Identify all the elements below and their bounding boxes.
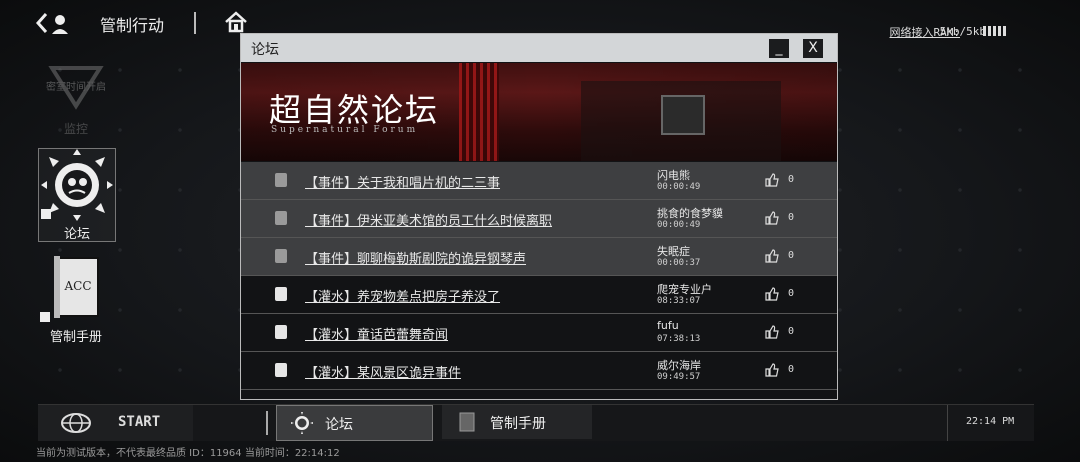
post-title[interactable]: 【事件】关于我和唱片机的二三事 — [305, 172, 500, 191]
post-title[interactable]: 【灌水】某风景区诡异事件 — [305, 362, 461, 381]
post-row[interactable]: 【灌水】养宠物差点把房子养没了 爬宠专业户 08:33:07 0 — [241, 276, 837, 314]
svg-text:ACC: ACC — [63, 279, 91, 293]
window-title: 论坛 — [251, 42, 279, 58]
post-time: 00:00:37 — [657, 258, 701, 268]
window-titlebar[interactable]: 论坛 _ X — [241, 34, 837, 62]
minimize-button[interactable]: _ — [769, 39, 789, 58]
post-author: fufu — [657, 319, 679, 332]
back-button[interactable] — [34, 10, 74, 36]
app-label: 管制手册 — [49, 330, 102, 345]
task-forum[interactable]: 论坛 — [276, 405, 433, 441]
forum-banner: 超自然论坛 Supernatural Forum — [241, 63, 837, 161]
post-icon — [275, 325, 287, 339]
post-likes: 0 — [788, 288, 795, 299]
divider — [194, 12, 196, 34]
post-icon — [275, 173, 287, 187]
thumbs-up-icon[interactable] — [765, 363, 779, 377]
home-button[interactable] — [224, 10, 248, 34]
post-row[interactable]: 【灌水】某风景区诡异事件 威尔海岸 09:49:57 0 — [241, 352, 837, 390]
manual-book-icon: ACC — [54, 256, 99, 318]
thumbs-up-icon[interactable] — [765, 211, 779, 225]
post-icon — [275, 249, 287, 263]
post-icon — [275, 363, 287, 377]
post-list: 【事件】关于我和唱片机的二三事 闪电熊 00:00:49 0 【事件】伊米亚美术… — [241, 162, 837, 390]
post-icon — [275, 287, 287, 301]
post-row[interactable]: 【灌水】童话芭蕾舞奇闻 fufu 07:38:13 0 — [241, 314, 837, 352]
post-time: 00:00:49 — [657, 182, 701, 192]
thumbs-up-icon[interactable] — [765, 249, 779, 263]
post-title[interactable]: 【灌水】童话芭蕾舞奇闻 — [305, 324, 448, 343]
desktop-app-manual[interactable]: ACC 管制手册 — [38, 256, 114, 346]
post-row[interactable]: 【事件】聊聊梅勒斯剧院的诡异钢琴声 失眠症 00:00:37 0 — [241, 238, 837, 276]
post-time: 00:00:49 — [657, 220, 701, 230]
task-manual[interactable]: 管制手册 — [442, 405, 592, 439]
app-label: 论坛 — [63, 227, 90, 242]
clock: 22:14 PM — [947, 405, 1034, 441]
post-likes: 0 — [788, 174, 795, 185]
shortcut-arrow-icon — [41, 209, 51, 219]
forum-app-icon — [291, 412, 313, 434]
post-likes: 0 — [788, 212, 795, 223]
post-time: 08:33:07 — [657, 296, 701, 306]
page-title: 管制行动 — [100, 16, 165, 35]
banner-curtain — [459, 63, 499, 161]
thumbs-up-icon[interactable] — [765, 287, 779, 301]
back-arrow-icon — [35, 13, 68, 34]
desktop-app-monitor[interactable]: 密室时间开启 监控 — [38, 60, 114, 140]
thumbs-up-icon[interactable] — [765, 325, 779, 339]
post-likes: 0 — [788, 250, 795, 261]
banner-box — [661, 95, 705, 135]
post-likes: 0 — [788, 326, 795, 337]
task-label: 管制手册 — [490, 416, 546, 432]
post-time: 07:38:13 — [657, 334, 701, 344]
thumbs-up-icon[interactable] — [765, 173, 779, 187]
banner-subtitle: Supernatural Forum — [271, 125, 419, 135]
globe-icon — [61, 413, 91, 433]
post-author: 闪电熊 — [657, 169, 690, 182]
app-label: 监控 — [63, 122, 88, 136]
post-author: 爬宠专业户 — [657, 283, 712, 296]
post-title[interactable]: 【灌水】养宠物差点把房子养没了 — [305, 286, 500, 305]
post-title[interactable]: 【事件】伊米亚美术馆的员工什么时候离职 — [305, 210, 552, 229]
desktop-app-forum[interactable]: 论坛 — [38, 148, 116, 242]
post-author: 威尔海岸 — [657, 359, 701, 372]
post-row[interactable]: 【事件】关于我和唱片机的二三事 闪电熊 00:00:49 0 — [241, 162, 837, 200]
post-title[interactable]: 【事件】聊聊梅勒斯剧院的诡异钢琴声 — [305, 248, 526, 267]
divider — [266, 411, 268, 435]
home-icon — [225, 11, 247, 33]
ram-value: 5kb/5kb — [939, 25, 986, 38]
post-icon — [275, 211, 287, 225]
manual-book-icon — [459, 412, 475, 432]
build-info: 当前为测试版本，不代表最终品质 ID：11964 当前时间：22:14:12 — [36, 448, 340, 459]
task-label: 论坛 — [325, 417, 353, 433]
close-button[interactable]: X — [803, 39, 823, 58]
start-label: START — [118, 414, 161, 430]
post-author: 挑食的食梦貘 — [657, 207, 723, 220]
taskbar: START 论坛 管制手册 22:14 PM — [38, 404, 1034, 441]
clock-time: 22:14 PM — [966, 416, 1015, 427]
post-likes: 0 — [788, 364, 795, 375]
shortcut-arrow-icon — [40, 312, 50, 322]
start-button[interactable]: START — [38, 405, 193, 441]
signal-bars-icon — [983, 26, 1006, 36]
post-row[interactable]: 【事件】伊米亚美术馆的员工什么时候离职 挑食的食梦貘 00:00:49 0 — [241, 200, 837, 238]
post-author: 失眠症 — [657, 245, 690, 258]
app-sublabel: 密室时间开启 — [46, 82, 106, 93]
forum-window: 论坛 _ X 超自然论坛 Supernatural Forum 【事件】关于我和… — [240, 33, 838, 400]
post-time: 09:49:57 — [657, 372, 701, 382]
